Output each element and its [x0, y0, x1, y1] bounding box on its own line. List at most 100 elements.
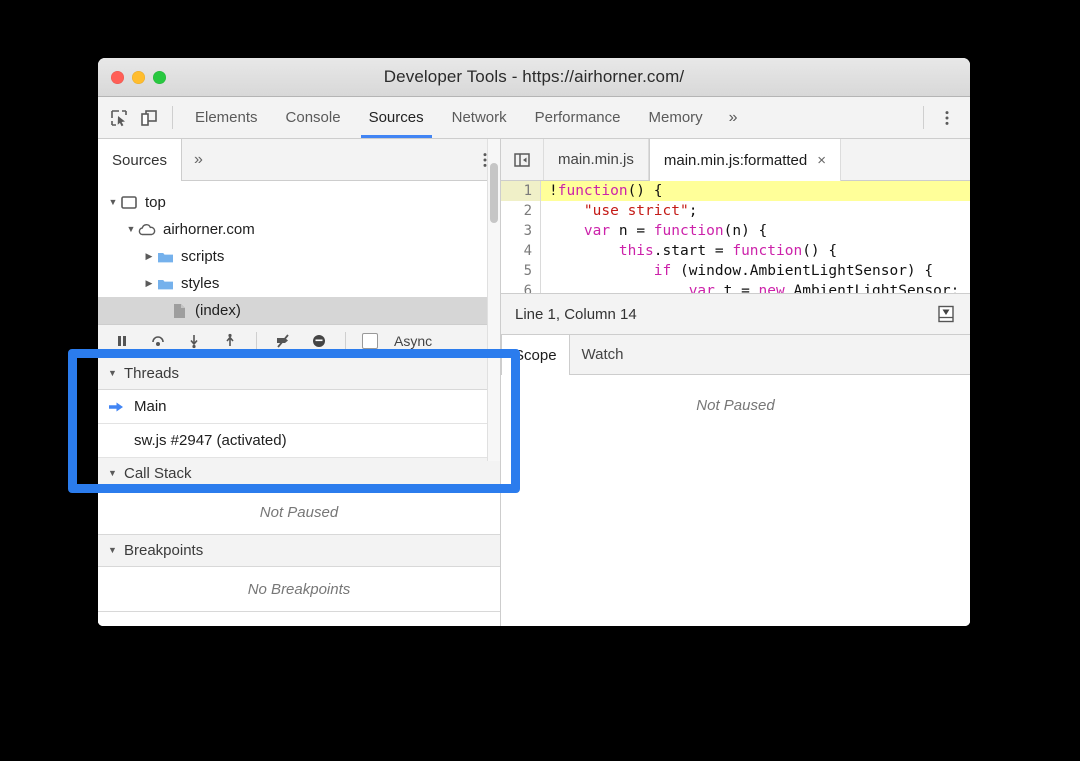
twisty-icon[interactable]: ▼ [108, 469, 124, 478]
zoom-window-button[interactable] [153, 70, 166, 84]
thread-item-service-worker[interactable]: sw.js #2947 (activated) [98, 424, 500, 458]
kebab-menu-icon[interactable] [932, 103, 962, 133]
cursor-position-label: Line 1, Column 14 [515, 305, 637, 323]
tab-performance[interactable]: Performance [521, 97, 635, 138]
tree-item-top[interactable]: ▼ top [98, 189, 500, 216]
navigator-more-chevron-icon[interactable]: » [182, 139, 215, 181]
code-line[interactable]: 1 !function() { [501, 181, 970, 201]
code-token: ; [688, 203, 698, 219]
editor-tab-label: main.min.js [558, 151, 634, 168]
twisty-icon[interactable]: ▼ [108, 546, 124, 555]
code-token: (window.AmbientLightSensor) { [671, 263, 934, 279]
tree-item-styles[interactable]: ▶ styles [98, 270, 500, 297]
async-checkbox[interactable] [362, 333, 378, 349]
tab-scope[interactable]: Scope [501, 335, 570, 375]
code-token: var [583, 223, 611, 239]
tab-network[interactable]: Network [438, 97, 521, 138]
tree-item-label: airhorner.com [163, 221, 255, 238]
twisty-icon[interactable]: ▶ [142, 279, 156, 288]
tree-item-index[interactable]: (index) [98, 297, 500, 324]
device-toolbar-icon[interactable] [134, 103, 164, 133]
code-token: var [688, 283, 715, 293]
tab-elements[interactable]: Elements [181, 97, 272, 138]
line-number: 4 [501, 241, 541, 261]
twisty-icon[interactable]: ▶ [142, 252, 156, 261]
tab-watch[interactable]: Watch [570, 335, 636, 374]
editor-tab-main-min-js[interactable]: main.min.js [544, 139, 649, 180]
twisty-icon[interactable]: ▼ [106, 198, 120, 207]
deactivate-breakpoints-icon[interactable] [273, 331, 293, 351]
sources-left-panel: Sources » ▼ top ▼ airhorner.com ▶ script… [98, 139, 501, 626]
call-stack-empty-message: Not Paused [98, 490, 500, 535]
code-token: AmbientLightSensor; [784, 283, 960, 293]
step-out-icon[interactable] [220, 331, 240, 351]
subtab-sources[interactable]: Sources [98, 139, 183, 181]
code-token: () { [802, 243, 838, 259]
sidebar-scrollbar-thumb[interactable] [490, 163, 498, 223]
step-over-icon[interactable] [148, 331, 168, 351]
collapse-sidebar-icon[interactable] [501, 139, 544, 180]
code-token: function [557, 183, 628, 199]
code-line[interactable]: 4 this.start = function() { [501, 241, 970, 261]
code-token: .start = [653, 243, 733, 259]
line-content: var n = function(n) { [541, 221, 970, 241]
section-header-breakpoints[interactable]: ▼ Breakpoints [98, 535, 500, 567]
code-line[interactable]: 3 var n = function(n) { [501, 221, 970, 241]
file-navigator-tree: ▼ top ▼ airhorner.com ▶ scripts ▶ styles… [98, 181, 500, 325]
code-editor[interactable]: 1 !function() { 2 "use strict"; 3 var n … [501, 181, 970, 293]
tab-console[interactable]: Console [272, 97, 355, 138]
tab-memory[interactable]: Memory [635, 97, 717, 138]
editor-tab-main-min-js-formatted[interactable]: main.min.js:formatted × [648, 139, 842, 181]
debugger-controls-toolbar: Async [98, 325, 500, 358]
debug-toolbar-divider [256, 332, 257, 350]
code-line[interactable]: 2 "use strict"; [501, 201, 970, 221]
tree-item-scripts[interactable]: ▶ scripts [98, 243, 500, 270]
code-line[interactable]: 6 var t = new AmbientLightSensor; [501, 281, 970, 293]
tab-sources[interactable]: Sources [355, 97, 438, 138]
line-number: 3 [501, 221, 541, 241]
code-token: if [653, 263, 672, 279]
minimize-window-button[interactable] [132, 70, 145, 84]
tree-item-airhorner-com[interactable]: ▼ airhorner.com [98, 216, 500, 243]
more-tabs-chevron-icon[interactable]: » [717, 97, 750, 138]
code-token: function [653, 223, 724, 239]
debugger-sidebar-sections: ▼ Threads Main sw.js #2947 (activated) ▼… [98, 358, 500, 626]
tree-item-label: top [145, 194, 166, 211]
code-token: () { [627, 183, 663, 199]
line-content: if (window.AmbientLightSensor) { [541, 261, 970, 281]
scope-watch-tab-bar: Scope Watch [501, 335, 970, 375]
debug-toolbar-divider-2 [345, 332, 346, 350]
close-window-button[interactable] [111, 70, 124, 84]
inspect-element-icon[interactable] [104, 103, 134, 133]
section-header-threads[interactable]: ▼ Threads [98, 358, 500, 390]
tree-item-label: (index) [195, 302, 241, 319]
section-title: Threads [124, 365, 180, 382]
step-into-icon[interactable] [184, 331, 204, 351]
thread-label: Main [134, 398, 167, 415]
thread-item-main[interactable]: Main [98, 390, 500, 424]
devtools-tab-strip: Elements Console Sources Network Perform… [181, 97, 915, 138]
close-tab-icon[interactable]: × [817, 152, 826, 169]
devtools-body: Sources » ▼ top ▼ airhorner.com ▶ script… [98, 139, 970, 626]
frame-icon [120, 195, 138, 211]
pretty-print-icon[interactable] [934, 302, 958, 326]
line-number: 6 [501, 281, 541, 293]
pause-on-exceptions-icon[interactable] [309, 331, 329, 351]
file-icon [170, 303, 188, 319]
section-header-call-stack[interactable]: ▼ Call Stack [98, 458, 500, 490]
twisty-icon[interactable]: ▼ [108, 369, 124, 378]
twisty-icon[interactable]: ▼ [124, 225, 138, 234]
sidebar-scrollbar[interactable] [487, 139, 500, 461]
thread-label: sw.js #2947 (activated) [134, 432, 287, 449]
tree-item-label: scripts [181, 248, 225, 265]
pause-resume-icon[interactable] [112, 331, 132, 351]
line-content: this.start = function() { [541, 241, 970, 261]
code-line[interactable]: 5 if (window.AmbientLightSensor) { [501, 261, 970, 281]
scope-empty-message: Not Paused [501, 375, 970, 626]
line-number: 2 [501, 201, 541, 221]
section-title: Call Stack [124, 465, 192, 482]
async-label: Async [394, 333, 433, 349]
screenshot-stage: Developer Tools - https://airhorner.com/… [0, 0, 1080, 761]
